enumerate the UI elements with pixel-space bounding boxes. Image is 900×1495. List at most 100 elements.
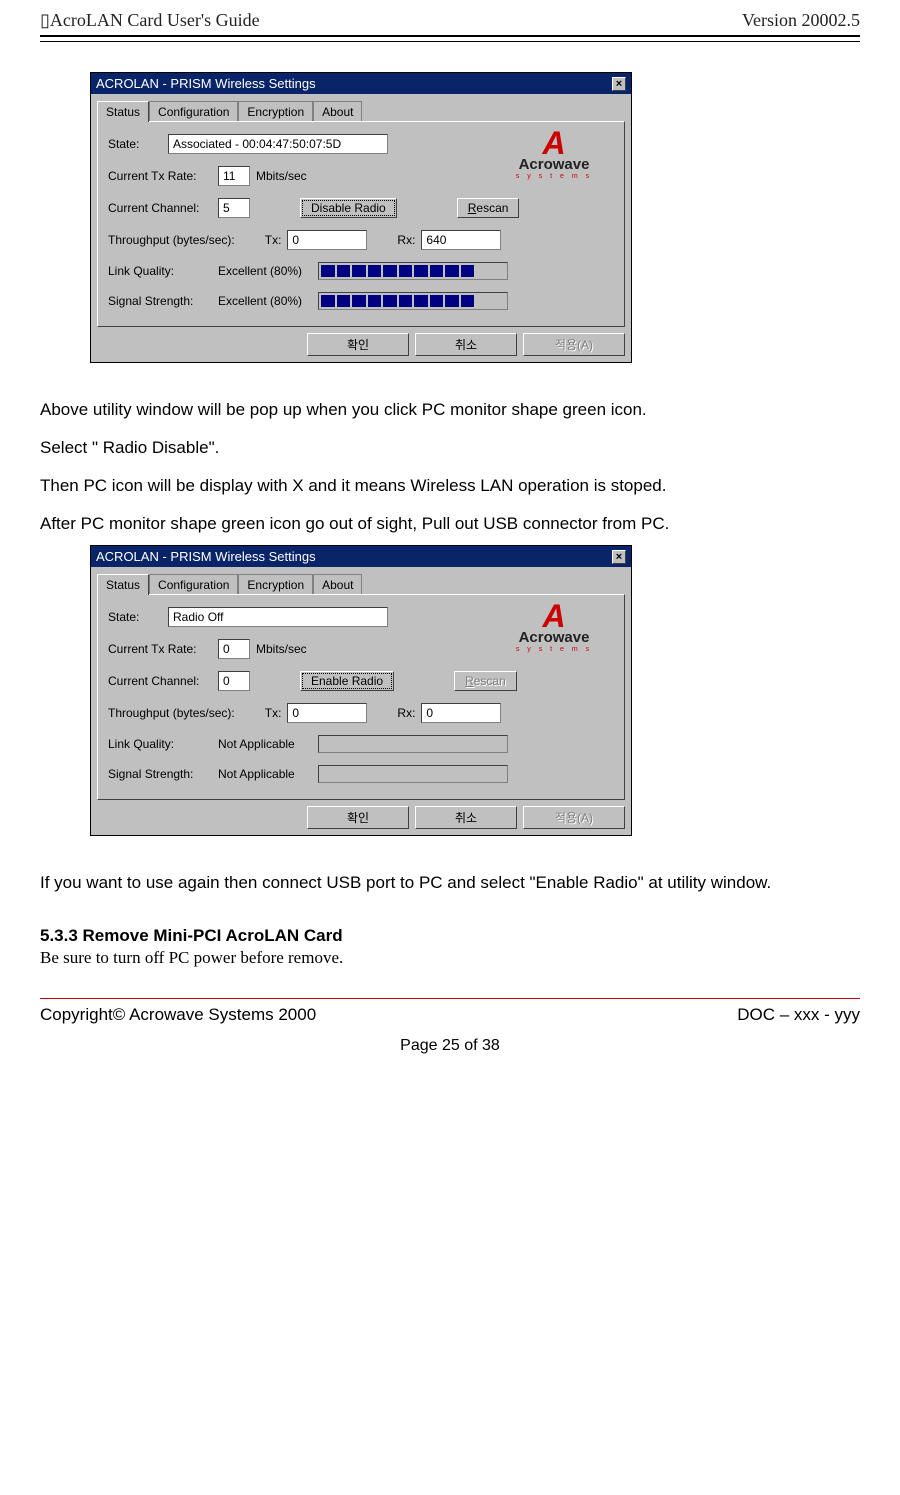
state-label: State: (108, 610, 168, 624)
row-channel: Current Channel: 0 Enable Radio Rescan (108, 671, 614, 691)
row-throughput: Throughput (bytes/sec): Tx: 0 Rx: 0 (108, 703, 614, 723)
row-signal: Signal Strength: Excellent (80%) (108, 292, 614, 310)
tx-field[interactable]: 0 (287, 703, 367, 723)
logo: A Acrowave s y s t e m s (504, 130, 604, 180)
cancel-button[interactable]: 취소 (415, 333, 517, 356)
page-number: Page 25 of 38 (40, 1037, 860, 1055)
logo-sub: s y s t e m s (504, 173, 604, 180)
meter-segment (461, 265, 475, 277)
dialog-buttons: 확인 취소 적용(A) (97, 333, 625, 356)
tab-status[interactable]: Status (97, 574, 149, 595)
state-field[interactable]: Radio Off (168, 607, 388, 627)
logo-mark-icon: A (504, 130, 604, 156)
meter-segment (445, 265, 459, 277)
enable-radio-button[interactable]: Enable Radio (300, 671, 394, 691)
dialog-body: Status Configuration Encryption About A … (91, 567, 631, 835)
apply-button[interactable]: 적용(A) (523, 333, 625, 356)
meter-segment (383, 295, 397, 307)
meter-segment (476, 265, 490, 277)
tx-label: Tx: (265, 233, 282, 247)
rescan-button[interactable]: Rescan (457, 198, 520, 218)
disable-radio-button[interactable]: Disable Radio (300, 198, 397, 218)
logo-name: Acrowave (504, 629, 604, 646)
dialog-title: ACROLAN - PRISM Wireless Settings (96, 549, 316, 564)
header-right: Version 20002.5 (742, 10, 860, 31)
dialog-title: ACROLAN - PRISM Wireless Settings (96, 76, 316, 91)
meter-segment (337, 265, 351, 277)
footer-left: Copyright© Acrowave Systems 2000 (40, 1005, 316, 1025)
channel-label: Current Channel: (108, 201, 218, 215)
logo-name: Acrowave (504, 156, 604, 173)
txrate-unit: Mbits/sec (256, 642, 307, 656)
meter-segment (321, 295, 335, 307)
close-icon[interactable]: × (612, 77, 626, 91)
meter-segment (352, 295, 366, 307)
txrate-unit: Mbits/sec (256, 169, 307, 183)
section-note: Be sure to turn off PC power before remo… (40, 948, 860, 968)
link-meter (318, 735, 508, 753)
close-icon[interactable]: × (612, 550, 626, 564)
dialog-body: Status Configuration Encryption About A … (91, 94, 631, 362)
tab-row: Status Configuration Encryption About (97, 573, 625, 594)
rescan-button[interactable]: Rescan (454, 671, 517, 691)
meter-segment (368, 265, 382, 277)
channel-field[interactable]: 5 (218, 198, 250, 218)
txrate-field[interactable]: 0 (218, 639, 250, 659)
rx-field[interactable]: 640 (421, 230, 501, 250)
page: ▯AcroLAN Card User's Guide Version 20002… (0, 0, 900, 1075)
link-value: Not Applicable (218, 737, 318, 751)
txrate-label: Current Tx Rate: (108, 169, 218, 183)
meter-segment (492, 265, 506, 277)
state-label: State: (108, 137, 168, 151)
apply-button[interactable]: 적용(A) (523, 806, 625, 829)
channel-field[interactable]: 0 (218, 671, 250, 691)
logo: A Acrowave s y s t e m s (504, 603, 604, 653)
throughput-label: Throughput (bytes/sec): (108, 706, 235, 720)
tx-field[interactable]: 0 (287, 230, 367, 250)
para-3: Then PC icon will be display with X and … (40, 469, 860, 503)
signal-label: Signal Strength: (108, 294, 218, 308)
header-rule (40, 35, 860, 42)
meter-segment (414, 265, 428, 277)
section-title: 5.3.3 Remove Mini-PCI AcroLAN Card (40, 926, 860, 946)
tab-configuration[interactable]: Configuration (149, 574, 238, 595)
tab-status[interactable]: Status (97, 101, 149, 122)
ok-button[interactable]: 확인 (307, 333, 409, 356)
txrate-field[interactable]: 11 (218, 166, 250, 186)
header-left: ▯AcroLAN Card User's Guide (40, 10, 260, 31)
rx-field[interactable]: 0 (421, 703, 501, 723)
cancel-button[interactable]: 취소 (415, 806, 517, 829)
signal-value: Excellent (80%) (218, 294, 318, 308)
channel-label: Current Channel: (108, 674, 218, 688)
meter-segment (461, 295, 475, 307)
logo-mark-icon: A (504, 603, 604, 629)
ok-button[interactable]: 확인 (307, 806, 409, 829)
state-field[interactable]: Associated - 00:04:47:50:07:5D (168, 134, 388, 154)
footer-right: DOC – xxx - yyy (737, 1005, 860, 1025)
tab-configuration[interactable]: Configuration (149, 101, 238, 122)
meter-segment (430, 265, 444, 277)
meter-segment (368, 295, 382, 307)
tab-about[interactable]: About (313, 101, 362, 122)
link-meter (318, 262, 508, 280)
rx-label: Rx: (397, 706, 415, 720)
rx-label: Rx: (397, 233, 415, 247)
link-label: Link Quality: (108, 264, 218, 278)
signal-label: Signal Strength: (108, 767, 218, 781)
meter-segment (476, 295, 490, 307)
meter-segment (337, 295, 351, 307)
meter-segment (414, 295, 428, 307)
tab-row: Status Configuration Encryption About (97, 100, 625, 121)
signal-meter (318, 292, 508, 310)
meter-segment (383, 265, 397, 277)
body-text-2: If you want to use again then connect US… (40, 866, 860, 900)
meter-segment (430, 295, 444, 307)
tab-encryption[interactable]: Encryption (238, 101, 313, 122)
signal-value: Not Applicable (218, 767, 318, 781)
page-header: ▯AcroLAN Card User's Guide Version 20002… (40, 10, 860, 35)
signal-meter (318, 765, 508, 783)
tab-about[interactable]: About (313, 574, 362, 595)
meter-segment (399, 295, 413, 307)
link-label: Link Quality: (108, 737, 218, 751)
tab-encryption[interactable]: Encryption (238, 574, 313, 595)
